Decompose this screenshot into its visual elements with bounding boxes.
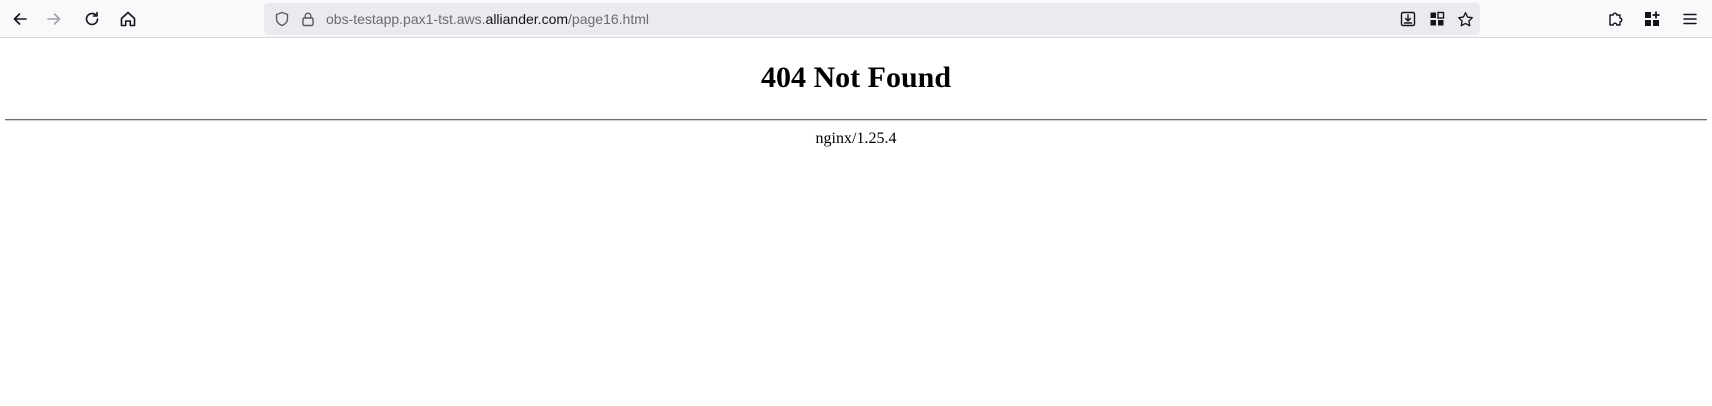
back-button[interactable] [4, 3, 36, 35]
url-domain: alliander.com [485, 11, 569, 27]
shield-icon[interactable] [270, 3, 294, 35]
grid-icon [1430, 11, 1445, 26]
star-icon [1457, 11, 1473, 26]
reload-icon [85, 11, 99, 26]
arrow-right-icon [47, 13, 61, 25]
grid-button[interactable] [1423, 3, 1451, 35]
divider [5, 119, 1707, 121]
apps-button[interactable] [1636, 3, 1668, 35]
home-icon [120, 11, 136, 27]
bookmark-button[interactable] [1451, 3, 1479, 35]
forward-button[interactable] [38, 3, 70, 35]
extensions-button[interactable] [1600, 3, 1632, 35]
home-button[interactable] [112, 3, 144, 35]
url-prefix: obs-testapp.pax1-tst.aws. [326, 11, 486, 27]
error-heading: 404 Not Found [760, 61, 952, 94]
reload-button[interactable] [76, 3, 108, 35]
save-to-pocket-button[interactable] [1394, 3, 1422, 35]
page-content: 404 Not Found nginx/1.25.4 [0, 38, 1712, 406]
server-signature: nginx/1.25.4 [815, 130, 897, 147]
apps-icon [1645, 11, 1660, 26]
menu-button[interactable] [1674, 3, 1706, 35]
puzzle-icon [1609, 12, 1623, 26]
address-bar[interactable]: obs-testapp.pax1-tst.aws.alliander.com/p… [264, 3, 1480, 35]
hamburger-menu-icon [1683, 13, 1697, 25]
url-path: /page16.html [568, 11, 649, 27]
lock-icon[interactable] [296, 3, 320, 35]
browser-toolbar: obs-testapp.pax1-tst.aws.alliander.com/p… [0, 0, 1712, 38]
arrow-left-icon [13, 13, 27, 25]
download-tray-icon [1400, 11, 1416, 27]
url-text[interactable]: obs-testapp.pax1-tst.aws.alliander.com/p… [326, 3, 649, 35]
